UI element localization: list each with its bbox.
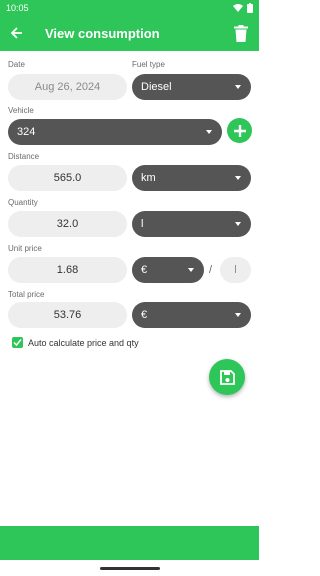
total-price-input[interactable]: 53.76 — [8, 302, 127, 328]
chevron-down-icon — [235, 176, 241, 180]
auto-calc-label[interactable]: Auto calculate price and qty — [28, 338, 139, 348]
delete-button[interactable] — [223, 15, 259, 51]
fuel-type-label: Fuel type — [132, 60, 165, 69]
chevron-down-icon — [235, 85, 241, 89]
total-price-label: Total price — [8, 290, 45, 299]
unit-price-separator: / — [209, 264, 213, 276]
trash-icon — [234, 24, 248, 42]
app-bar: View consumption — [0, 15, 259, 51]
arrow-left-icon — [11, 27, 22, 39]
chevron-down-icon — [206, 130, 212, 134]
bottom-bar — [0, 526, 259, 560]
total-price-currency-value: € — [141, 309, 148, 321]
date-label: Date — [8, 60, 25, 69]
page-title: View consumption — [45, 25, 160, 41]
save-button[interactable] — [209, 359, 245, 395]
quantity-label: Quantity — [8, 198, 38, 207]
distance-input[interactable]: 565.0 — [8, 165, 127, 191]
chevron-down-icon — [188, 268, 194, 272]
quantity-unit-value: l — [141, 218, 144, 230]
unit-price-currency-dropdown[interactable]: € — [132, 257, 204, 283]
wifi-icon — [233, 3, 243, 12]
plus-icon — [233, 124, 246, 137]
quantity-unit-dropdown[interactable]: l — [132, 211, 251, 237]
home-gesture-handle[interactable] — [99, 566, 160, 570]
total-price-currency-dropdown[interactable]: € — [132, 302, 251, 328]
distance-unit-dropdown[interactable]: km — [132, 165, 251, 191]
floppy-disk-icon — [219, 369, 235, 385]
checkmark-icon — [13, 339, 22, 347]
unit-price-input[interactable]: 1.68 — [8, 257, 127, 283]
unit-price-label: Unit price — [8, 244, 42, 253]
chevron-down-icon — [235, 313, 241, 317]
distance-unit-value: km — [141, 172, 156, 184]
vehicle-value: 324 — [17, 126, 36, 138]
unit-price-currency-value: € — [141, 264, 148, 276]
auto-calc-checkbox[interactable] — [12, 337, 23, 348]
vehicle-dropdown[interactable]: 324 — [8, 119, 222, 145]
status-bar: 10:05 — [0, 0, 259, 15]
system-nav-bar — [0, 560, 259, 576]
date-field[interactable]: Aug 26, 2024 — [8, 74, 127, 100]
back-button[interactable] — [0, 15, 34, 51]
status-time: 10:05 — [6, 2, 29, 13]
vehicle-label: Vehicle — [8, 106, 34, 115]
chevron-down-icon — [235, 222, 241, 226]
fuel-type-dropdown[interactable]: Diesel — [132, 74, 251, 100]
quantity-input[interactable]: 32.0 — [8, 211, 127, 237]
unit-price-per-unit-field[interactable]: l — [220, 257, 251, 283]
fuel-type-value: Diesel — [141, 81, 172, 93]
battery-icon — [247, 2, 253, 13]
status-icons — [233, 2, 253, 13]
add-vehicle-button[interactable] — [227, 118, 252, 143]
distance-label: Distance — [8, 152, 40, 161]
